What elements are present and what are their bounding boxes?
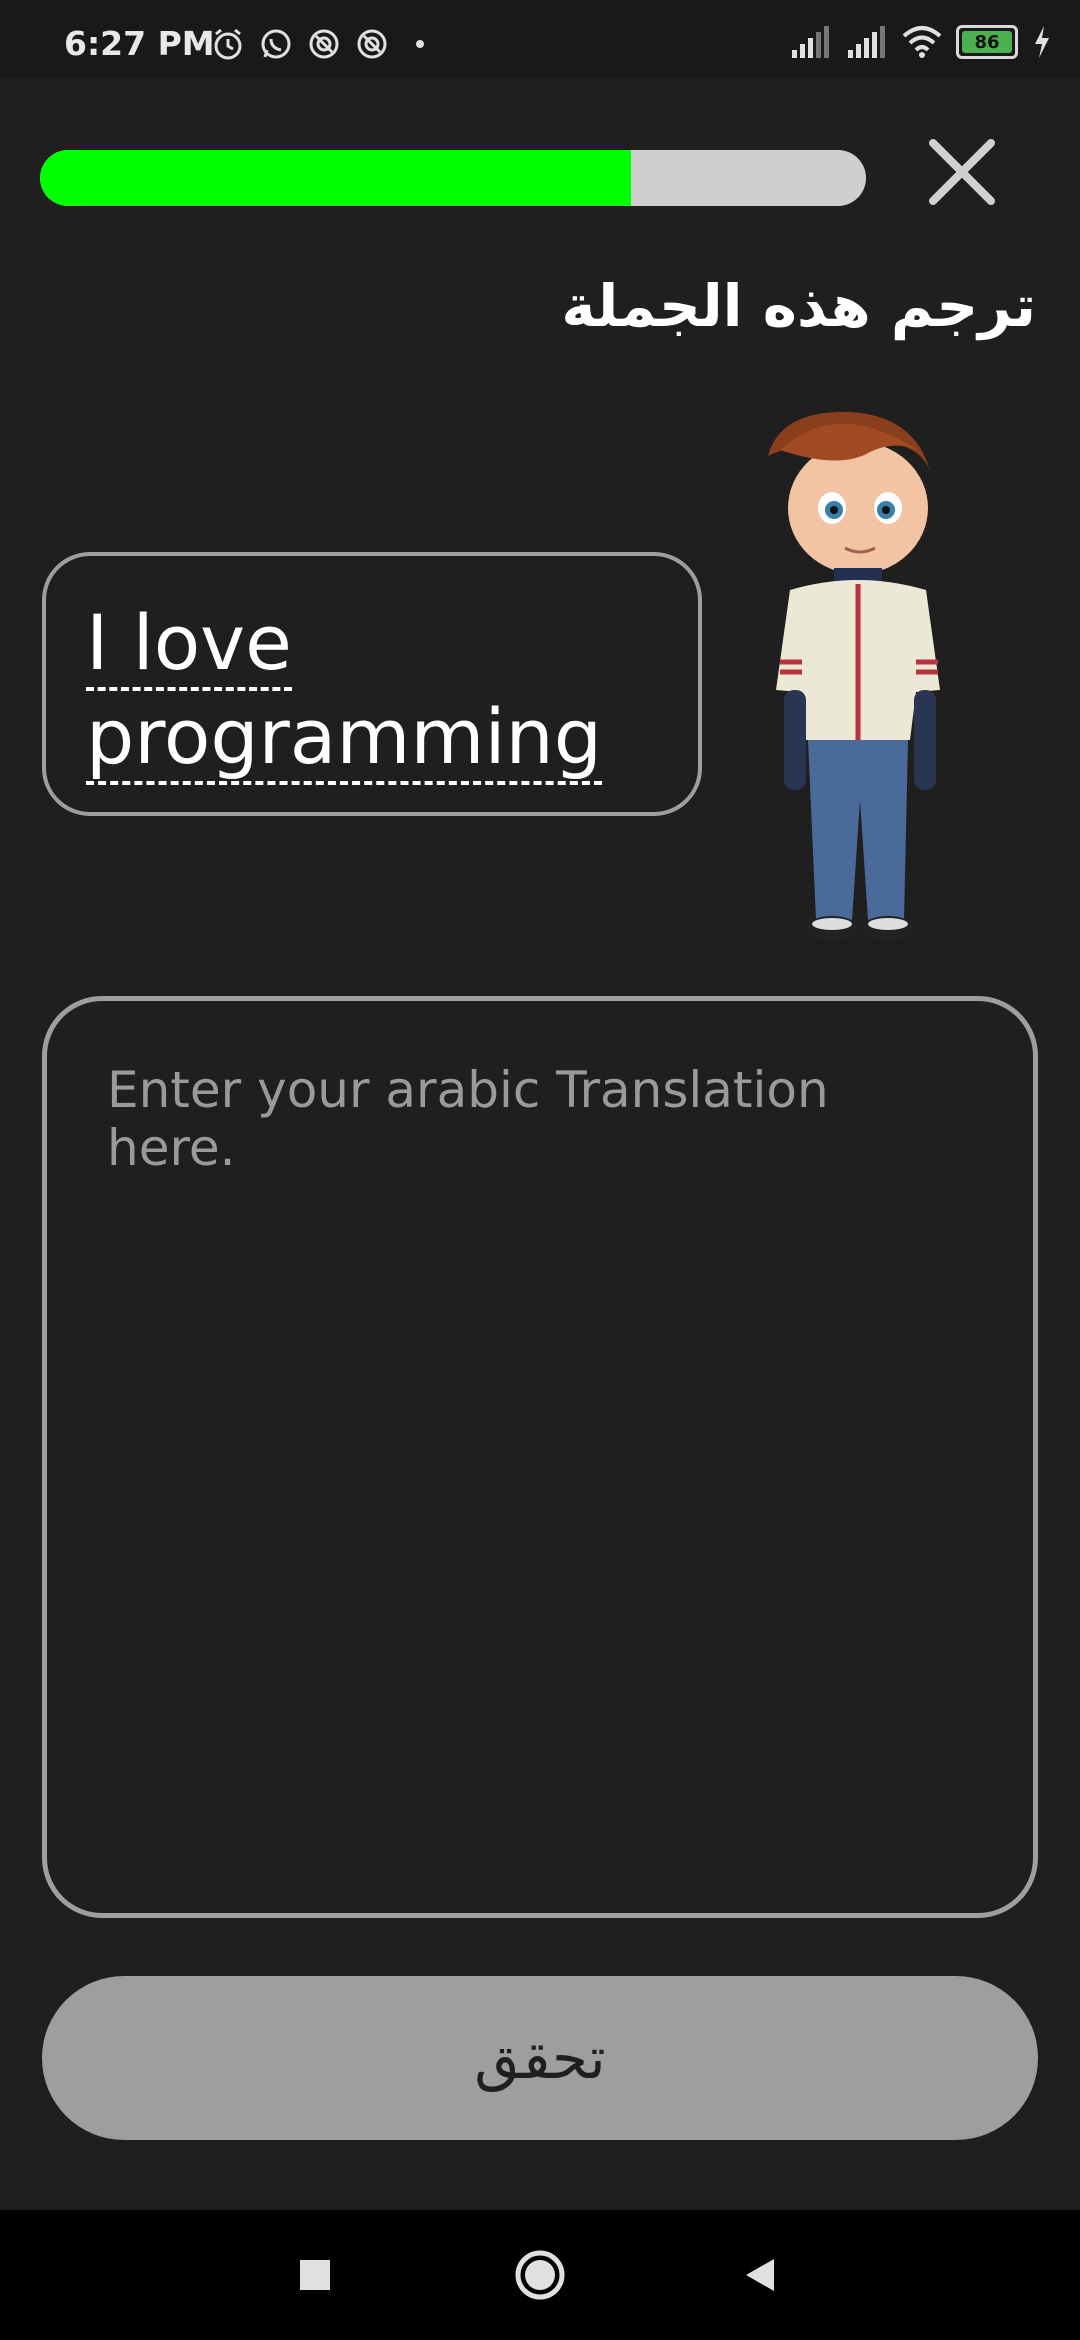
progress-fill (40, 150, 631, 206)
home-button[interactable] (510, 2245, 570, 2305)
recents-icon (300, 2260, 330, 2290)
translation-input[interactable] (42, 996, 1038, 1918)
app-icon (357, 29, 387, 59)
signal-icon (848, 26, 885, 58)
recents-button[interactable] (285, 2245, 345, 2305)
whatsapp-icon (261, 29, 291, 59)
wifi-icon (902, 26, 942, 58)
lesson-progress-bar (40, 150, 866, 206)
sentence-bubble: I love programming (42, 552, 702, 816)
back-button[interactable] (730, 2245, 790, 2305)
battery-level: 86 (974, 31, 1000, 53)
system-icons: 86 (790, 24, 1052, 60)
sentence-line-2[interactable]: programming (86, 692, 602, 785)
home-icon (515, 2250, 565, 2300)
status-time: 6:27 PM (64, 24, 215, 63)
alarm-icon (214, 28, 242, 60)
close-icon (929, 139, 995, 205)
dot-icon (416, 40, 424, 48)
sentence-text: I love programming (86, 596, 646, 785)
status-bar: 6:27 PM 86 (0, 0, 1080, 78)
check-button[interactable]: تحقق (42, 1976, 1038, 2140)
app-icon (309, 29, 339, 59)
sentence-line-1[interactable]: I love (86, 598, 292, 691)
signal-icon (792, 26, 829, 58)
boy-character-image (768, 411, 940, 940)
navigation-bar (0, 2210, 1080, 2340)
notification-icons (210, 26, 438, 62)
battery-icon: 86 (956, 25, 1018, 59)
back-icon (746, 2259, 774, 2291)
charging-icon (1035, 26, 1049, 58)
instruction-title: ترجم هذه الجملة (561, 272, 1036, 340)
close-button[interactable] (920, 130, 1004, 214)
